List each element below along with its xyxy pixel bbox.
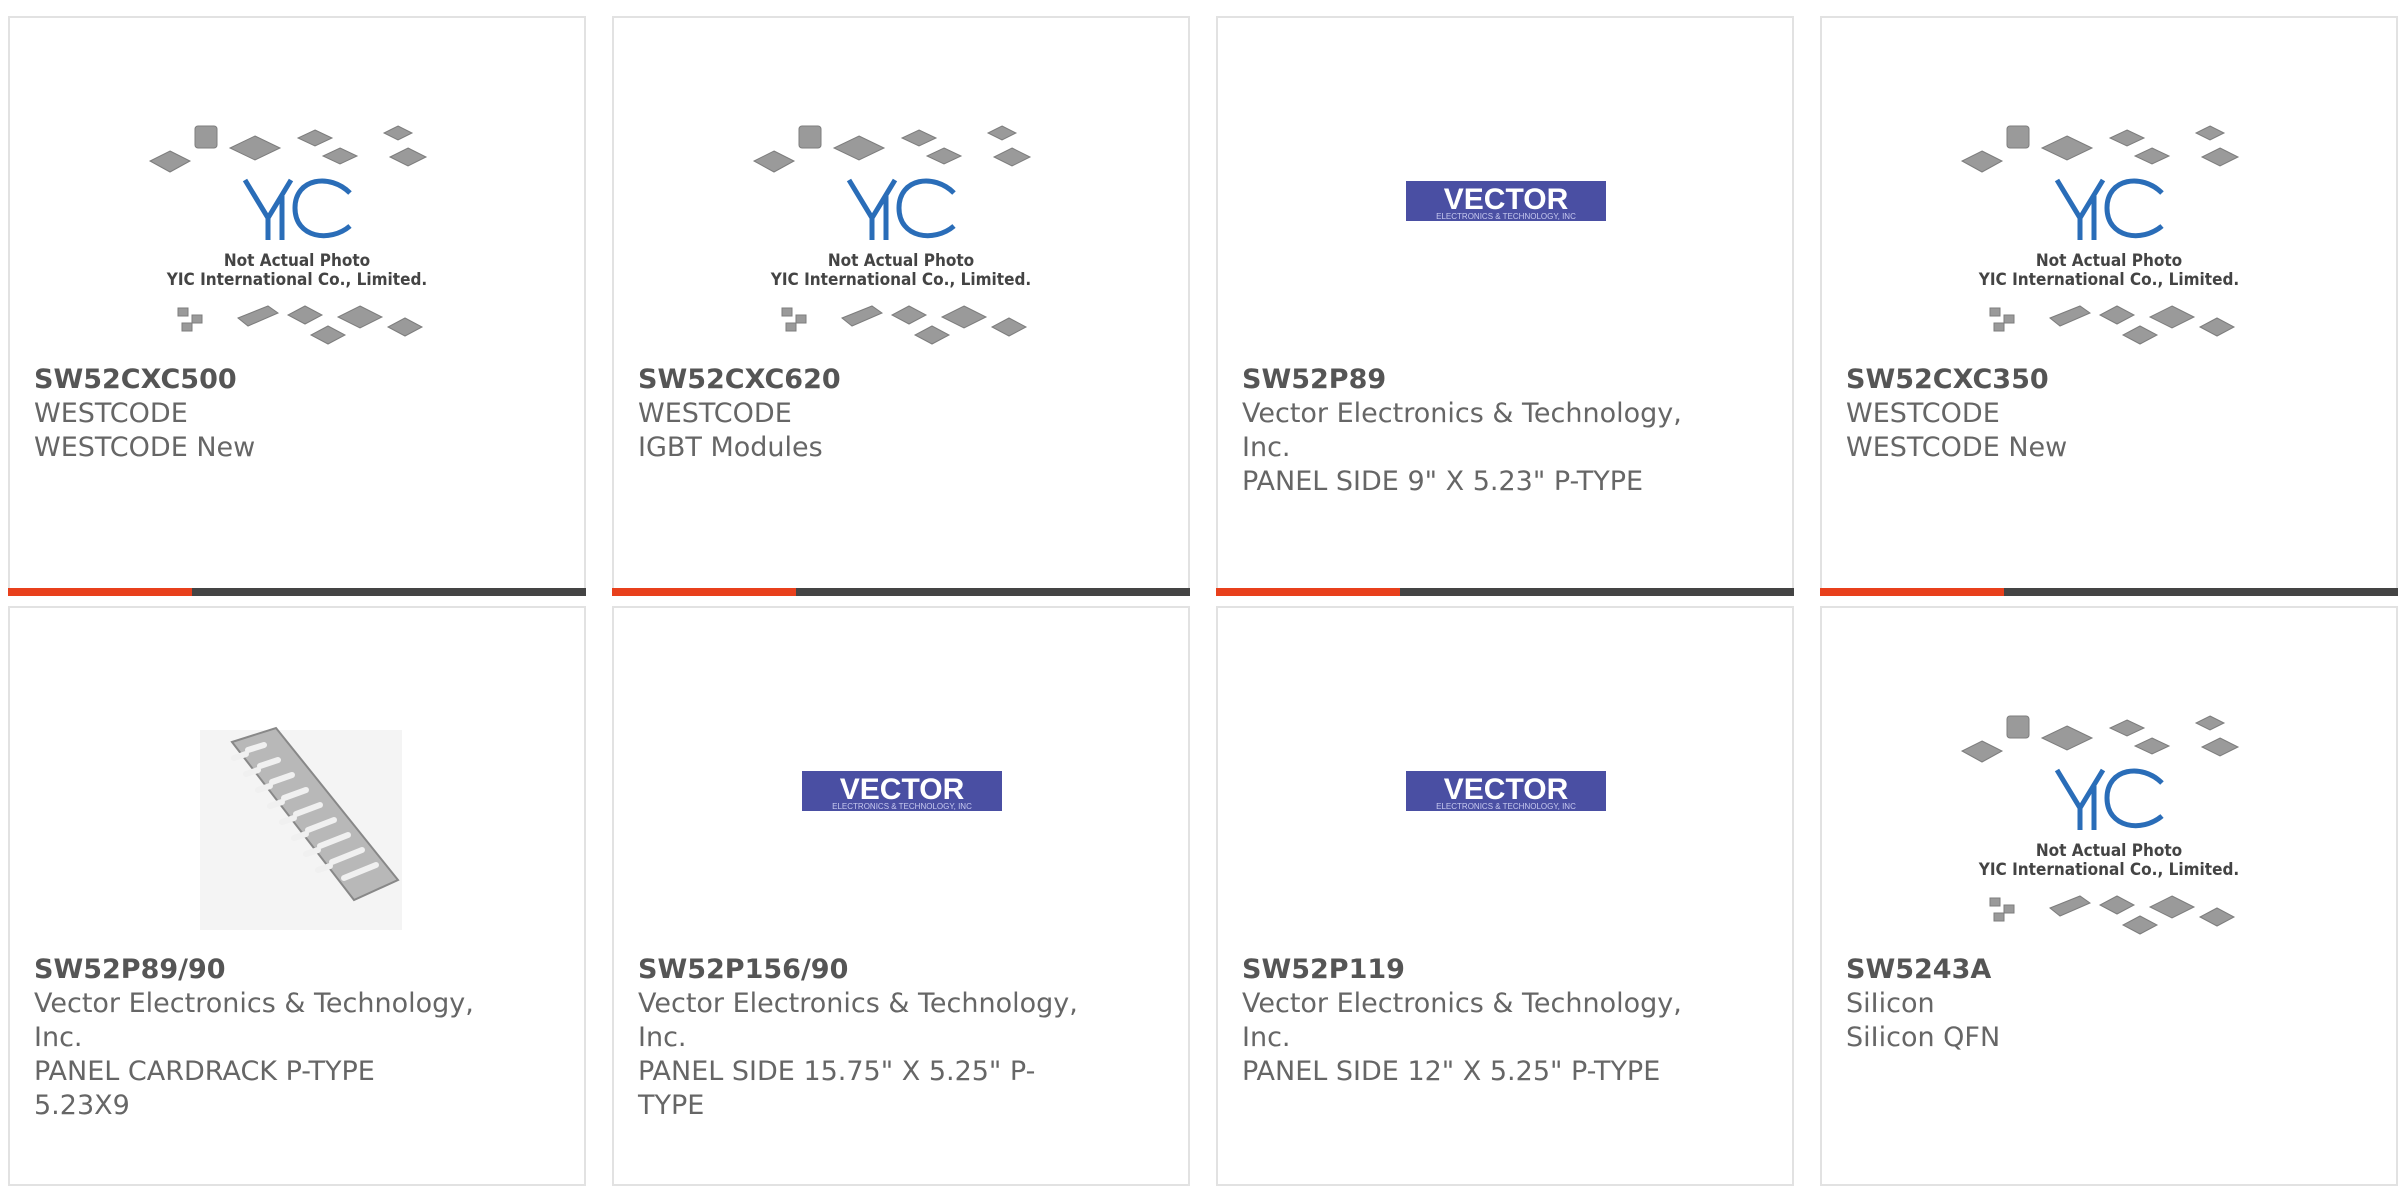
description: PANEL SIDE 15.75" X 5.25" P- (638, 1056, 1036, 1087)
product-image-placeholder[interactable]: Not Actual Photo YIC International Co., … (1822, 658, 2396, 948)
product-card[interactable]: VECTOR ELECTRONICS & TECHNOLOGY, INC SW5… (1216, 16, 1794, 596)
description: PANEL SIDE 9" X 5.23" P-TYPE (1242, 466, 1644, 497)
card-bottom-bar (612, 588, 1190, 596)
card-bottom-bar (1820, 588, 2398, 596)
vector-logo-sub: ELECTRONICS & TECHNOLOGY, INC (1436, 212, 1576, 221)
manufacturer-cont: Inc. (1242, 432, 1291, 463)
vector-logo-image[interactable]: VECTOR ELECTRONICS & TECHNOLOGY, INC (1218, 68, 1792, 358)
part-number[interactable]: SW5243A (1846, 953, 2286, 987)
product-image-placeholder[interactable]: Not Actual Photo YIC International Co., … (10, 68, 584, 358)
vector-logo-image[interactable]: VECTOR ELECTRONICS & TECHNOLOGY, INC (614, 658, 1188, 948)
part-number[interactable]: SW52P156/90 (638, 953, 1078, 987)
manufacturer-cont: Inc. (1242, 1022, 1291, 1053)
manufacturer: WESTCODE (34, 398, 188, 429)
part-number[interactable]: SW52CXC620 (638, 363, 1078, 397)
description: WESTCODE New (1846, 432, 2068, 463)
vector-logo-sub: ELECTRONICS & TECHNOLOGY, INC (832, 802, 972, 811)
manufacturer: Vector Electronics & Technology, (1242, 988, 1682, 1019)
svg-text:Not Actual Photo: Not Actual Photo (2036, 251, 2182, 271)
product-image-placeholder[interactable]: Not Actual Photo YIC International Co., … (1822, 68, 2396, 358)
svg-text:YIC International Co., Limited: YIC International Co., Limited. (1978, 270, 2239, 290)
part-number[interactable]: SW52P89/90 (34, 953, 474, 987)
product-card[interactable]: Not Actual Photo YIC International Co., … (8, 16, 586, 596)
manufacturer: Vector Electronics & Technology, (638, 988, 1078, 1019)
card-bottom-bar (8, 588, 586, 596)
part-number[interactable]: SW52P119 (1242, 953, 1682, 987)
product-card[interactable]: Not Actual Photo YIC International Co., … (1820, 606, 2398, 1186)
product-card[interactable]: Not Actual Photo YIC International Co., … (612, 16, 1190, 596)
manufacturer-cont: Inc. (638, 1022, 687, 1053)
vector-logo-image[interactable]: VECTOR ELECTRONICS & TECHNOLOGY, INC (1218, 658, 1792, 948)
product-grid: Not Actual Photo YIC International Co., … (0, 0, 2400, 1186)
card-bottom-bar (1216, 588, 1794, 596)
manufacturer: Vector Electronics & Technology, (1242, 398, 1682, 429)
manufacturer: WESTCODE (638, 398, 792, 429)
description-cont: TYPE (638, 1090, 705, 1121)
manufacturer: SiIicon (1846, 988, 1935, 1019)
description: WESTCODE New (34, 432, 256, 463)
part-number[interactable]: SW52CXC500 (34, 363, 474, 397)
description: PANEL SIDE 12" X 5.25" P-TYPE (1242, 1056, 1661, 1087)
manufacturer-cont: Inc. (34, 1022, 83, 1053)
card-rack-photo[interactable] (10, 658, 584, 948)
product-card[interactable]: VECTOR ELECTRONICS & TECHNOLOGY, INC SW5… (612, 606, 1190, 1186)
description: SiIicon QFN (1846, 1022, 2001, 1053)
part-number[interactable]: SW52CXC350 (1846, 363, 2286, 397)
product-image-placeholder[interactable]: Not Actual Photo YIC International Co., … (614, 68, 1188, 358)
vector-logo-sub: ELECTRONICS & TECHNOLOGY, INC (1436, 802, 1576, 811)
svg-text:Not Actual Photo: Not Actual Photo (2036, 841, 2182, 861)
svg-text:YIC International Co., Limited: YIC International Co., Limited. (770, 270, 1031, 290)
part-number[interactable]: SW52P89 (1242, 363, 1682, 397)
description: PANEL CARDRACK P-TYPE 5.23X9 (34, 1056, 375, 1121)
manufacturer: Vector Electronics & Technology, (34, 988, 474, 1019)
svg-text:Not Actual Photo: Not Actual Photo (224, 251, 370, 271)
svg-text:YIC International Co., Limited: YIC International Co., Limited. (1978, 860, 2239, 880)
product-card[interactable]: VECTOR ELECTRONICS & TECHNOLOGY, INC SW5… (1216, 606, 1794, 1186)
svg-text:Not Actual Photo: Not Actual Photo (828, 251, 974, 271)
manufacturer: WESTCODE (1846, 398, 2000, 429)
description: IGBT Modules (638, 432, 823, 463)
svg-text:YIC International Co., Limited: YIC International Co., Limited. (166, 270, 427, 290)
product-card[interactable]: SW52P89/90 Vector Electronics & Technolo… (8, 606, 586, 1186)
product-card[interactable]: Not Actual Photo YIC International Co., … (1820, 16, 2398, 596)
